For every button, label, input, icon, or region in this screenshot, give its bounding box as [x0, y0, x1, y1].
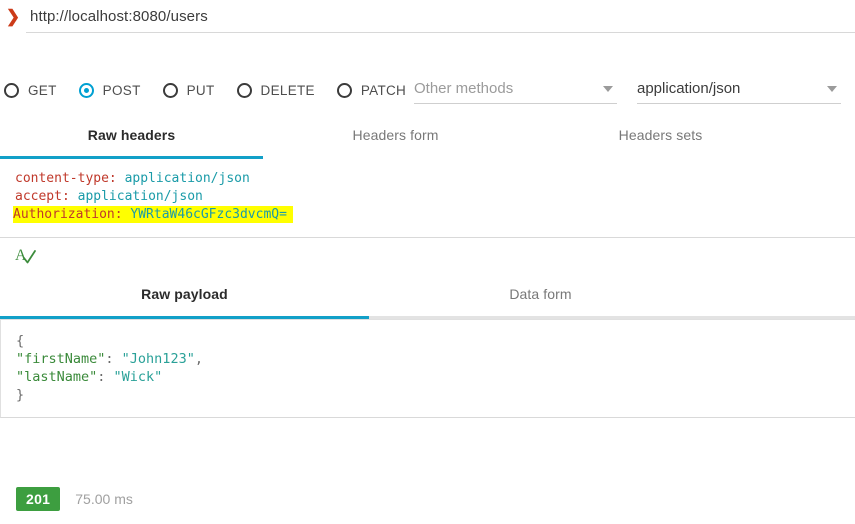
header-line-highlighted: Authorization: YWRtaW46cGFzc3dvcmQ= — [13, 206, 855, 224]
raw-payload-editor[interactable]: { "firstName": "John123", "lastName": "W… — [0, 319, 855, 418]
payload-line: } — [16, 386, 855, 404]
radio-circle-icon — [162, 82, 178, 98]
header-value: YWRtaW46cGFzc3dvcmQ= — [130, 207, 287, 222]
url-input-value: http://localhost:8080/users — [30, 7, 208, 25]
response-status-bar: 201 75.00 ms — [16, 487, 133, 511]
spellcheck-icon[interactable]: A — [14, 245, 40, 271]
status-badge: 201 — [16, 487, 61, 511]
header-key: accept: — [15, 189, 70, 204]
svg-text:A: A — [15, 247, 27, 264]
radio-circle-selected-icon — [78, 82, 94, 98]
radio-label-get: GET — [28, 82, 57, 98]
header-value: application/json — [124, 171, 250, 186]
radio-method-patch[interactable]: PATCH — [336, 72, 407, 108]
chevron-down-icon — [603, 85, 613, 92]
tab-raw-payload[interactable]: Raw payload — [0, 283, 369, 302]
radio-method-post[interactable]: POST — [78, 72, 141, 108]
chevron-right-icon[interactable]: ❯ — [0, 8, 26, 25]
header-key: content-type: — [15, 171, 117, 186]
radio-label-patch: PATCH — [360, 82, 407, 98]
other-methods-value: Other methods — [414, 80, 514, 97]
content-type-select[interactable]: application/json — [637, 74, 841, 104]
payload-separator: : — [97, 369, 114, 385]
payload-key: "firstName" — [16, 351, 106, 367]
payload-comma: , — [194, 351, 203, 367]
other-methods-select[interactable]: Other methods — [414, 74, 617, 104]
radio-method-get[interactable]: GET — [4, 72, 57, 108]
headers-divider — [0, 237, 855, 238]
radio-circle-icon — [336, 82, 352, 98]
payload-brace-close: } — [16, 387, 25, 403]
radio-method-put[interactable]: PUT — [162, 72, 215, 108]
highlight-mark: Authorization: YWRtaW46cGFzc3dvcmQ= — [13, 206, 293, 223]
headers-tab-underline — [0, 156, 855, 159]
payload-value: "Wick" — [113, 369, 163, 385]
tab-data-form[interactable]: Data form — [369, 283, 712, 302]
url-bar: ❯ http://localhost:8080/users — [0, 0, 855, 33]
payload-brace-open: { — [16, 333, 25, 349]
tab-headers-sets[interactable]: Headers sets — [528, 124, 793, 143]
radio-label-post: POST — [102, 82, 141, 98]
radio-label-delete: DELETE — [260, 82, 315, 98]
headers-tab-active-indicator — [0, 156, 263, 159]
payload-separator: : — [105, 351, 122, 367]
radio-method-delete[interactable]: DELETE — [236, 72, 315, 108]
payload-line: "lastName": "Wick" — [16, 368, 855, 386]
radio-label-put: PUT — [186, 82, 215, 98]
raw-headers-editor[interactable]: content-type: application/json accept: a… — [0, 170, 855, 236]
radio-circle-icon — [236, 82, 252, 98]
header-key: Authorization: — [13, 207, 123, 222]
header-line: content-type: application/json — [15, 170, 855, 188]
tab-raw-headers[interactable]: Raw headers — [0, 124, 263, 143]
payload-line: { — [16, 332, 855, 350]
payload-line: "firstName": "John123", — [16, 350, 855, 368]
response-time: 75.00 ms — [75, 491, 133, 507]
content-type-value: application/json — [637, 80, 741, 97]
url-input[interactable]: http://localhost:8080/users — [26, 0, 855, 33]
radio-circle-icon — [4, 82, 19, 98]
header-line: accept: application/json — [15, 188, 855, 206]
payload-key: "lastName" — [16, 369, 98, 385]
tab-headers-form[interactable]: Headers form — [263, 124, 528, 143]
header-value: application/json — [77, 189, 203, 204]
payload-value: "John123" — [121, 351, 195, 367]
chevron-down-icon — [827, 85, 837, 92]
rest-client-window: ❯ http://localhost:8080/users GET POST P… — [0, 0, 855, 524]
